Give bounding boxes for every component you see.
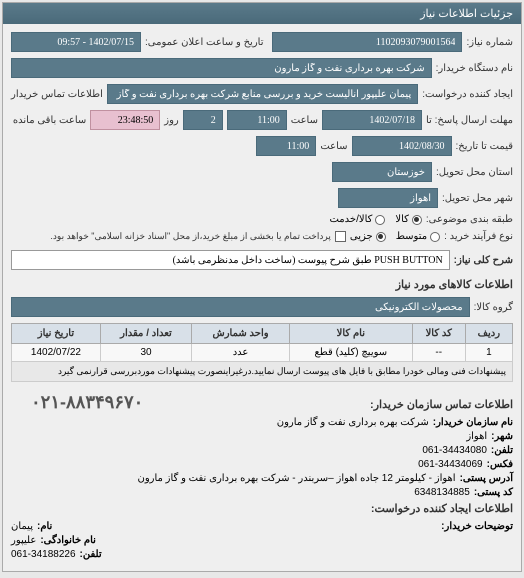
- buyer-device-field[interactable]: [11, 58, 432, 78]
- org-label: نام سازمان خریدار:: [433, 417, 513, 428]
- content-area: شماره نیاز: تاریخ و ساعت اعلان عمومی: نا…: [3, 24, 521, 571]
- window-title: جزئیات اطلاعات نیاز: [420, 7, 513, 20]
- fax-value: 061-34434069: [418, 459, 483, 470]
- addr-value: اهواز - کیلومتر 12 جاده اهواز –سربندر - …: [137, 473, 455, 484]
- radio-label: جزیی: [350, 231, 373, 242]
- process-radio-partial[interactable]: جزیی: [350, 231, 386, 242]
- deadline-send-label: مهلت ارسال پاسخ: تا: [426, 115, 513, 126]
- family-value: علیپور: [11, 535, 36, 546]
- radio-icon: [375, 215, 385, 225]
- requester-field[interactable]: [107, 84, 418, 104]
- request-number-label: شماره نیاز:: [466, 37, 513, 48]
- buyer-notes-label: توضیحات خریدار:: [441, 521, 513, 532]
- table-note: پیشنهادات فنی ومالی خودرا مطابق با فایل …: [12, 362, 513, 382]
- validity-label: قیمت تا تاریخ:: [456, 141, 513, 152]
- th-date: تاریخ نیاز: [12, 324, 101, 344]
- phone-value: 061-34434080: [422, 445, 487, 456]
- validity-hour-label: ساعت: [320, 141, 347, 152]
- titlebar: جزئیات اطلاعات نیاز: [3, 3, 521, 24]
- desc-field[interactable]: [11, 250, 450, 270]
- th-code: کد کالا: [412, 324, 465, 344]
- deadline-hour-field[interactable]: [227, 110, 287, 130]
- desc-label: شرح کلی نیاز:: [454, 255, 513, 266]
- radio-label: کالا/خدمت: [329, 214, 372, 225]
- addr-label: آدرس پستی:: [460, 473, 513, 484]
- category-radio-goods-service[interactable]: کالا/خدمت: [329, 214, 385, 225]
- deadline-date-field[interactable]: [322, 110, 422, 130]
- category-radio-group: کالا کالا/خدمت: [329, 214, 421, 225]
- family-label: نام خانوادگی:: [40, 535, 96, 546]
- requester-label: ایجاد کننده درخواست:: [422, 89, 513, 100]
- request-number-field[interactable]: [272, 32, 463, 52]
- cell-code: --: [412, 344, 465, 362]
- deadline-day-field[interactable]: [183, 110, 223, 130]
- city-value: اهواز: [466, 431, 487, 442]
- table-row[interactable]: 1 -- سوییچ (کلید) قطع عدد 30 1402/07/22: [12, 344, 513, 362]
- process-radio-medium[interactable]: متوسط: [396, 231, 440, 242]
- th-row: ردیف: [465, 324, 512, 344]
- cell-row: 1: [465, 344, 512, 362]
- cell-name: سوییچ (کلید) قطع: [289, 344, 412, 362]
- req-phone-value: 061-34188226: [11, 549, 76, 560]
- announce-date-field[interactable]: [11, 32, 141, 52]
- th-unit: واحد شمارش: [192, 324, 290, 344]
- validity-hour-field[interactable]: [256, 136, 316, 156]
- category-radio-goods[interactable]: کالا: [395, 214, 422, 225]
- city-label: شهر:: [491, 431, 513, 442]
- deadline-day-label: روز: [164, 115, 179, 126]
- items-table: ردیف کد کالا نام کالا واحد شمارش تعداد /…: [11, 323, 513, 382]
- time-left-label: ساعت باقی مانده: [13, 115, 86, 126]
- radio-label: متوسط: [396, 231, 427, 242]
- contact-title: اطلاعات تماس سازمان خریدار:: [143, 398, 513, 411]
- contact-label: اطلاعات تماس خریدار: [11, 89, 103, 100]
- partial-note: پرداخت تمام یا بخشی از مبلغ خرید،از محل …: [50, 231, 330, 242]
- category-label: طبقه بندی موضوعی:: [426, 214, 513, 225]
- requester-info-title: اطلاعات ایجاد کننده درخواست:: [11, 502, 513, 515]
- contact-section: اطلاعات تماس سازمان خریدار: نام سازمان خ…: [11, 392, 513, 560]
- fax-label: فکس:: [487, 459, 513, 470]
- delivery-province-field[interactable]: [332, 162, 432, 182]
- postal-value: 6348134885: [414, 487, 470, 498]
- delivery-city-field[interactable]: [338, 188, 438, 208]
- process-radio-group: متوسط جزیی: [350, 231, 440, 242]
- delivery-city-label: شهر محل تحویل:: [442, 193, 513, 204]
- big-phone: ۰۲۱-۸۸۳۴۹۶۷۰: [11, 392, 143, 413]
- th-name: نام کالا: [289, 324, 412, 344]
- partial-label: نوع فرآیند خرید :: [444, 231, 513, 242]
- radio-icon: [376, 232, 386, 242]
- req-phone-label: تلفن:: [80, 549, 102, 560]
- name-label: نام:: [37, 521, 52, 532]
- details-window: جزئیات اطلاعات نیاز شماره نیاز: تاریخ و …: [2, 2, 522, 572]
- time-left-field: [90, 110, 160, 130]
- th-qty: تعداد / مقدار: [100, 324, 191, 344]
- delivery-province-label: استان محل تحویل:: [436, 167, 513, 178]
- radio-label: کالا: [395, 214, 409, 225]
- items-section-title: اطلاعات کالاهای مورد نیاز: [11, 278, 513, 291]
- cell-qty: 30: [100, 344, 191, 362]
- deadline-hour-label: ساعت: [291, 115, 318, 126]
- table-note-row: پیشنهادات فنی ومالی خودرا مطابق با فایل …: [12, 362, 513, 382]
- cell-date: 1402/07/22: [12, 344, 101, 362]
- table-header-row: ردیف کد کالا نام کالا واحد شمارش تعداد /…: [12, 324, 513, 344]
- radio-icon: [430, 232, 440, 242]
- cell-unit: عدد: [192, 344, 290, 362]
- group-label: گروه کالا:: [474, 302, 513, 313]
- org-value: شرکت بهره برداری نفت و گاز مارون: [277, 417, 429, 428]
- treasury-checkbox[interactable]: [335, 231, 346, 242]
- group-field[interactable]: [11, 297, 470, 317]
- name-value: پیمان: [11, 521, 33, 532]
- phone-label: تلفن:: [491, 445, 513, 456]
- buyer-device-label: نام دستگاه خریدار:: [436, 63, 513, 74]
- announce-date-label: تاریخ و ساعت اعلان عمومی:: [145, 37, 264, 48]
- validity-date-field[interactable]: [352, 136, 452, 156]
- postal-label: کد پستی:: [474, 487, 513, 498]
- radio-icon: [412, 215, 422, 225]
